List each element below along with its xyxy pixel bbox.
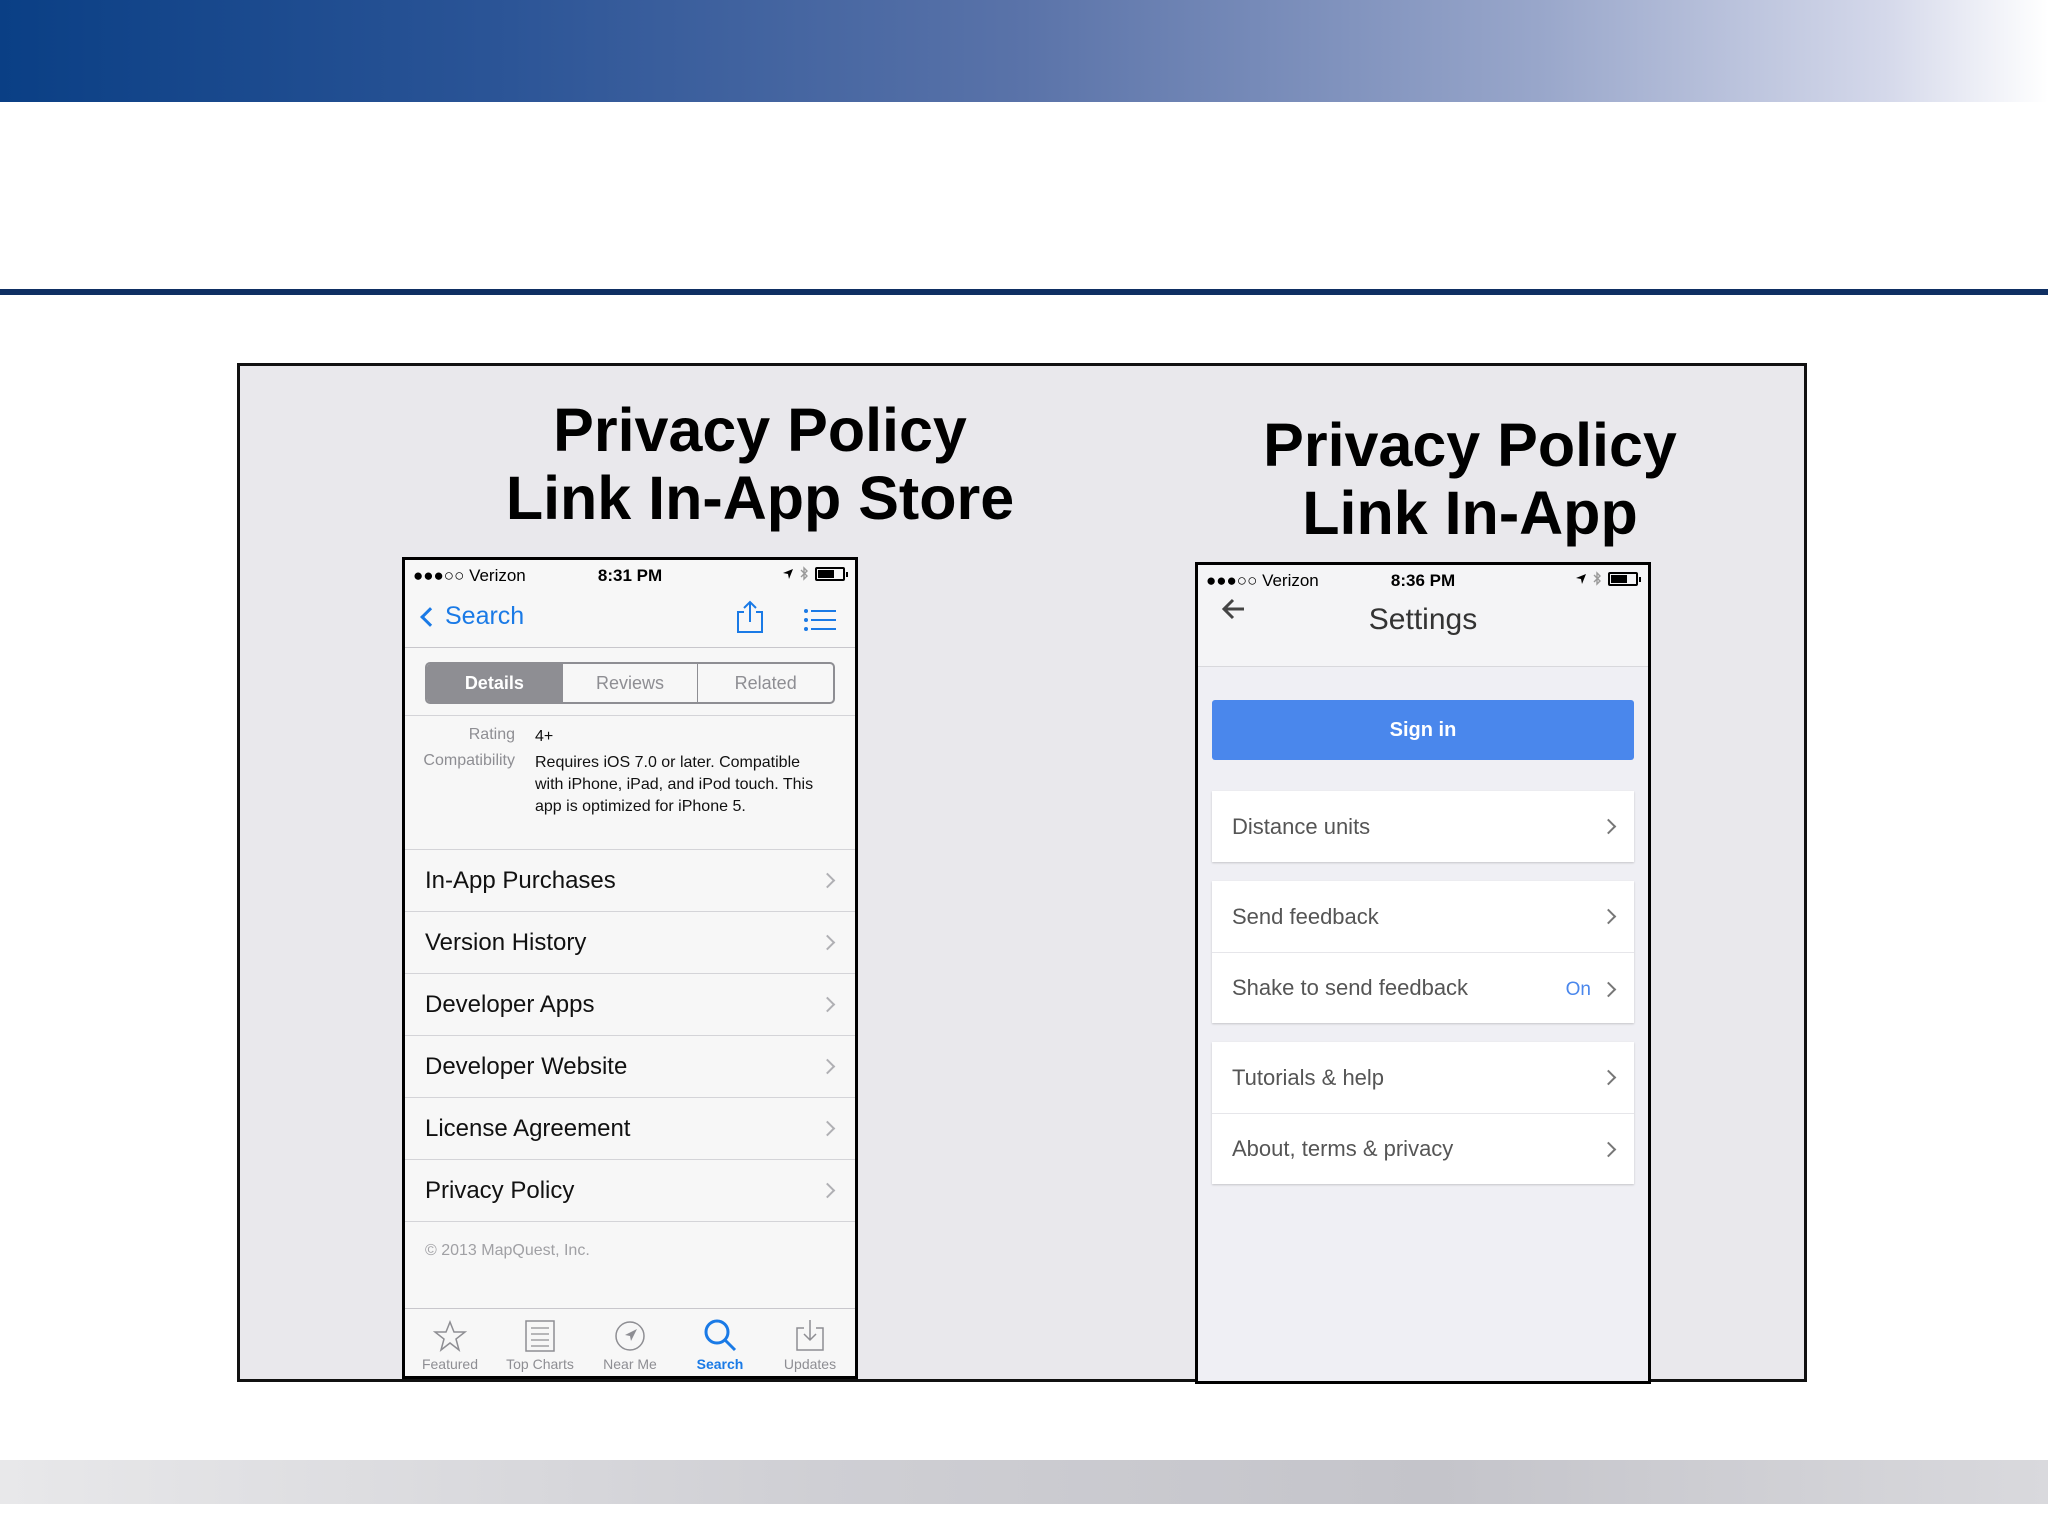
- row-label: Distance units: [1232, 813, 1371, 839]
- content-panel: Privacy Policy Link In-App Store Privacy…: [237, 363, 1807, 1384]
- header-band: [0, 0, 2048, 102]
- row-label: License Agreement: [425, 1114, 631, 1142]
- row-in-app-purchases[interactable]: In-App Purchases: [405, 850, 855, 912]
- row-label: Developer Website: [425, 1052, 628, 1080]
- star-icon: [433, 1320, 467, 1352]
- row-send-feedback[interactable]: Send feedback: [1212, 881, 1634, 952]
- row-label: In-App Purchases: [425, 866, 616, 894]
- footer-band: [0, 1460, 2048, 1504]
- right-title: Privacy Policy Link In-App: [1200, 411, 1740, 547]
- back-label: Search: [445, 602, 525, 630]
- card-units: Distance units: [1212, 791, 1634, 862]
- tab-updates[interactable]: Updates: [765, 1309, 855, 1376]
- battery-icon: [1608, 571, 1641, 586]
- row-label: Privacy Policy: [425, 1176, 575, 1204]
- shake-value: On: [1565, 979, 1591, 1000]
- info-section: Rating 4+ Compatibility Requires iOS 7.0…: [405, 716, 855, 850]
- row-label: Send feedback: [1232, 903, 1379, 929]
- chevron-right-icon: [819, 1058, 836, 1075]
- chevron-right-icon: [819, 1120, 836, 1137]
- chevron-right-icon: [1600, 818, 1617, 835]
- tab-top-charts[interactable]: Top Charts: [495, 1309, 585, 1376]
- chevron-right-icon: [1600, 981, 1617, 998]
- battery-icon: [815, 566, 848, 581]
- row-about-terms-privacy[interactable]: About, terms & privacy: [1212, 1113, 1634, 1184]
- tab-near-me[interactable]: Near Me: [585, 1309, 675, 1376]
- chevron-left-icon: [420, 606, 440, 627]
- near-me-icon: [615, 1321, 645, 1351]
- segment-details[interactable]: Details: [427, 664, 562, 702]
- row-developer-website[interactable]: Developer Website: [405, 1036, 855, 1098]
- top-charts-icon: [525, 1320, 555, 1352]
- share-icon[interactable]: [735, 600, 765, 634]
- sign-in-button[interactable]: Sign in: [1212, 700, 1634, 760]
- chevron-right-icon: [819, 872, 836, 889]
- status-bar: ●●●○○ Verizon 8:31 PM: [405, 560, 855, 590]
- row-shake-to-send-feedback[interactable]: Shake to send feedback On: [1212, 952, 1634, 1023]
- detail-rows: In-App Purchases Version History Develop…: [405, 850, 855, 1222]
- back-button[interactable]: Search: [417, 602, 524, 631]
- tab-label: Featured: [421, 1356, 479, 1372]
- segment-bar: Details Reviews Related: [405, 648, 855, 716]
- row-developer-apps[interactable]: Developer Apps: [405, 974, 855, 1036]
- rating-value: 4+: [535, 728, 554, 745]
- segment-related[interactable]: Related: [697, 664, 833, 702]
- row-label: About, terms & privacy: [1232, 1136, 1454, 1161]
- download-icon: [796, 1320, 824, 1351]
- slide: Privacy Policy Link In-App Store Privacy…: [0, 0, 2048, 1536]
- chevron-right-icon: [819, 934, 836, 951]
- row-label: Developer Apps: [425, 990, 595, 1018]
- right-title-line1: Privacy Policy: [1263, 411, 1677, 479]
- app-store-screenshot: ●●●○○ Verizon 8:31 PM Search Details Rev…: [402, 557, 858, 1379]
- chevron-right-icon: [1600, 908, 1617, 925]
- card-feedback: Send feedback Shake to send feedback On: [1212, 881, 1634, 1023]
- tab-search[interactable]: Search: [675, 1309, 765, 1376]
- list-icon[interactable]: [803, 608, 837, 632]
- row-label: Tutorials & help: [1232, 1064, 1385, 1090]
- segmented-control: Details Reviews Related: [425, 662, 835, 704]
- chevron-right-icon: [819, 1182, 836, 1199]
- right-title-line2: Link In-App: [1302, 479, 1638, 547]
- card-help: Tutorials & help About, terms & privacy: [1212, 1042, 1634, 1184]
- tab-bar: Featured Top Charts Near Me Search Updat…: [405, 1308, 855, 1376]
- segment-reviews[interactable]: Reviews: [561, 664, 698, 702]
- settings-title: Settings: [1368, 603, 1478, 636]
- status-bar: ●●●○○ Verizon 8:36 PM: [1198, 565, 1648, 595]
- tab-label: Updates: [783, 1356, 837, 1372]
- row-distance-units[interactable]: Distance units: [1212, 791, 1634, 862]
- tab-featured[interactable]: Featured: [405, 1309, 495, 1376]
- left-title-line1: Privacy Policy: [553, 396, 967, 464]
- settings-screenshot: ●●●○○ Verizon 8:36 PM Settings Sign in D…: [1195, 562, 1651, 1384]
- chevron-right-icon: [1600, 1069, 1617, 1086]
- tab-label: Top Charts: [506, 1356, 574, 1372]
- left-title: Privacy Policy Link In-App Store: [370, 396, 1150, 532]
- location-icon: [1576, 573, 1586, 584]
- row-label: Shake to send feedback: [1232, 975, 1469, 1000]
- nav-bar: Search: [405, 590, 855, 648]
- row-version-history[interactable]: Version History: [405, 912, 855, 974]
- status-icons: [1575, 571, 1641, 586]
- compatibility-value: Requires iOS 7.0 or later. Compatible wi…: [535, 754, 814, 815]
- location-icon: [783, 568, 793, 579]
- tab-label: Search: [696, 1356, 744, 1372]
- chevron-right-icon: [819, 996, 836, 1013]
- copyright-text: © 2013 MapQuest, Inc.: [425, 1242, 590, 1259]
- status-icons: [782, 566, 848, 581]
- row-privacy-policy[interactable]: Privacy Policy: [405, 1160, 855, 1222]
- bluetooth-icon: [1593, 571, 1601, 586]
- row-license-agreement[interactable]: License Agreement: [405, 1098, 855, 1160]
- row-label: Version History: [425, 928, 587, 956]
- left-title-line2: Link In-App Store: [505, 464, 1015, 532]
- bluetooth-icon: [800, 566, 808, 581]
- tab-label: Near Me: [603, 1356, 657, 1372]
- search-icon: [704, 1319, 737, 1352]
- header-rule: [0, 289, 2048, 295]
- row-tutorials-help[interactable]: Tutorials & help: [1212, 1042, 1634, 1113]
- rating-label: Rating: [468, 726, 515, 743]
- chevron-right-icon: [1600, 1141, 1617, 1157]
- compatibility-label: Compatibility: [423, 752, 515, 769]
